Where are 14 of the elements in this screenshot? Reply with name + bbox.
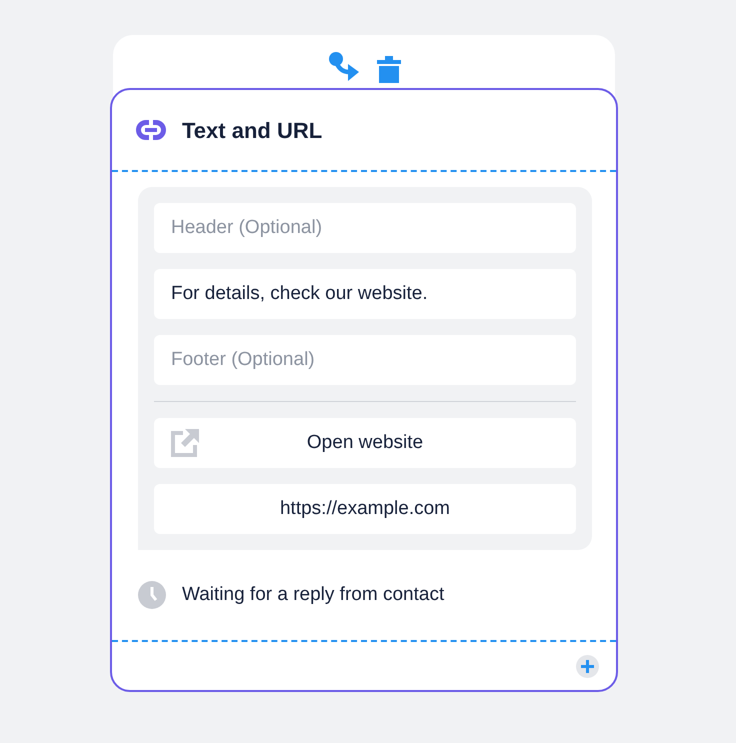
body-field[interactable]: For details, check our website. — [154, 269, 576, 319]
url-field[interactable]: https://example.com — [154, 484, 576, 534]
header-field[interactable]: Header (Optional) — [154, 203, 576, 253]
connect-arrow-icon[interactable] — [327, 50, 361, 84]
footer-field[interactable]: Footer (Optional) — [154, 335, 576, 385]
status-text: Waiting for a reply from contact — [182, 582, 444, 607]
link-icon — [136, 120, 166, 140]
clock-icon — [138, 581, 166, 609]
add-button[interactable] — [576, 654, 599, 678]
node-title: Text and URL — [182, 116, 322, 144]
plus-icon — [580, 658, 595, 674]
trash-icon[interactable] — [377, 56, 401, 84]
url-button[interactable]: Open website — [154, 418, 576, 468]
external-link-icon — [171, 429, 199, 457]
